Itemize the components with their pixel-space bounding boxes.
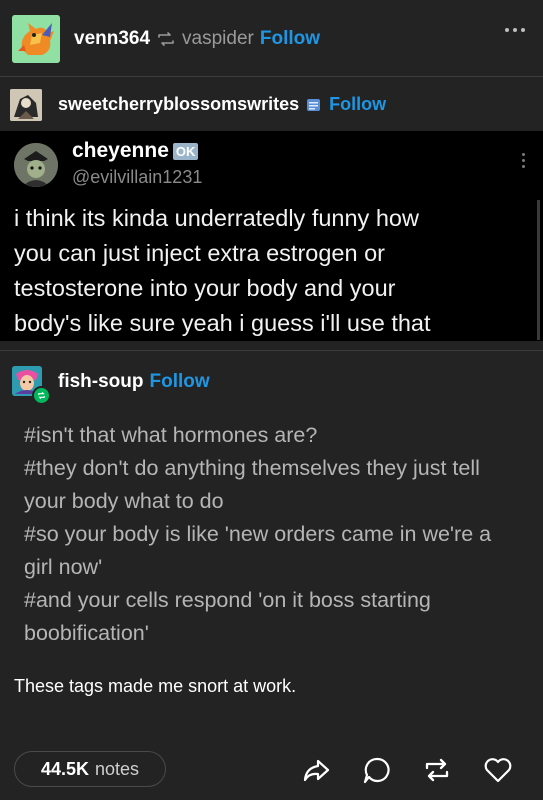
follow-button[interactable]: Follow — [329, 94, 386, 115]
avatar-image-icon — [10, 89, 42, 121]
tweet-name-text: cheyenne — [72, 139, 169, 162]
tag-list: #isn't that what hormones are? #they don… — [24, 419, 524, 650]
scroll-badge-icon — [307, 98, 321, 111]
tag-item[interactable]: #so your body is like 'new orders came i… — [24, 518, 524, 584]
tweet-display-name: cheyenne OK — [72, 139, 199, 163]
follow-button[interactable]: Follow — [260, 28, 320, 50]
tag-item[interactable]: #they don't do anything themselves they … — [24, 452, 524, 518]
tweet-line: you can just inject extra estrogen or — [14, 240, 385, 266]
scrollbar[interactable] — [537, 200, 540, 340]
reblog-icon[interactable] — [421, 754, 453, 786]
tweet-line: i think its kinda underratedly funny how — [14, 205, 419, 231]
divider — [0, 76, 543, 77]
tweet-text: i think its kinda underratedly funny how… — [14, 201, 514, 341]
heart-icon[interactable] — [482, 754, 514, 786]
share-icon[interactable] — [300, 754, 332, 786]
venn364-avatar[interactable] — [12, 15, 60, 63]
reply-icon[interactable] — [361, 754, 393, 786]
tweet-more-icon — [522, 153, 525, 168]
post-header: venn364 vaspider Follow — [0, 0, 543, 78]
fish-soup-username[interactable]: fish-soup — [58, 371, 144, 393]
ok-badge-icon: OK — [172, 142, 199, 160]
divider — [0, 350, 543, 351]
reblog-comment: These tags made me snort at work. — [14, 676, 297, 696]
dragon-avatar-icon — [12, 15, 60, 63]
tag-item[interactable]: #and your cells respond 'on it boss star… — [24, 584, 524, 650]
follow-button[interactable]: Follow — [150, 371, 210, 393]
avatar-image-icon — [14, 143, 58, 187]
tweet-line: body's like sure yeah i guess i'll use t… — [14, 310, 431, 336]
sweetcherry-avatar[interactable] — [10, 89, 42, 121]
reblog-small-icon — [158, 32, 174, 46]
reblog-source-row: sweetcherryblossomswrites Follow — [58, 94, 386, 115]
reblog-source-username[interactable]: sweetcherryblossomswrites — [58, 94, 299, 115]
notes-count: 44.5K — [40, 758, 89, 779]
fish-soup-avatar[interactable] — [12, 366, 51, 405]
header-row: venn364 vaspider Follow — [74, 28, 320, 50]
tweet-avatar — [14, 143, 58, 187]
reblogged-from-username[interactable]: vaspider — [182, 28, 254, 50]
more-options-icon[interactable] — [505, 28, 525, 32]
fish-soup-row: fish-soup Follow — [58, 371, 210, 393]
tweet-line: testosterone into your body and your — [14, 275, 396, 301]
tweet-handle: @evilvillain1231 — [72, 167, 203, 187]
reblog-badge-icon — [32, 386, 51, 405]
tag-item[interactable]: #isn't that what hormones are? — [24, 419, 524, 452]
embedded-tweet-image: cheyenne OK @evilvillain1231 i think its… — [0, 131, 543, 341]
post-author-username[interactable]: venn364 — [74, 28, 150, 50]
notes-button[interactable]: 44.5K notes — [14, 751, 166, 787]
notes-label: notes — [95, 758, 140, 779]
